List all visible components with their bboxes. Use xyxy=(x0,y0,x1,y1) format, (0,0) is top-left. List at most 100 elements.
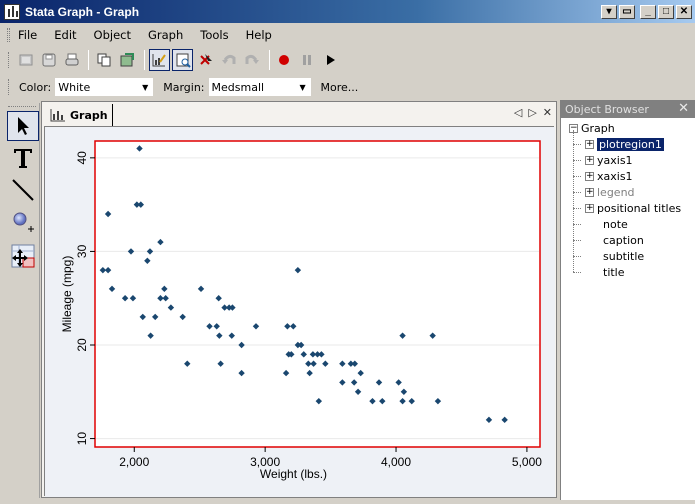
window-title: Stata Graph - Graph xyxy=(25,4,140,19)
color-select[interactable]: White ▼ xyxy=(55,78,154,96)
expand-icon[interactable]: + xyxy=(585,171,594,181)
minimize-button[interactable]: _ xyxy=(640,5,656,19)
tree-node-note[interactable]: note xyxy=(603,216,628,232)
toolbar-grip[interactable] xyxy=(8,52,11,68)
chevron-down-icon[interactable]: ▼ xyxy=(295,79,310,95)
window-menu-button[interactable]: ▾ xyxy=(601,5,617,19)
text-tool[interactable] xyxy=(7,143,39,173)
menu-graph[interactable]: Graph xyxy=(148,28,183,42)
document-area: Graph ◁ ▷ ✕ 10 20 30 40 2,000 3,000 4,000 5,00… xyxy=(41,101,557,498)
graph-editor-button[interactable] xyxy=(148,49,170,71)
expand-icon[interactable]: + xyxy=(585,203,594,213)
maximize-button[interactable]: □ xyxy=(658,5,674,19)
tree-node-yaxis1[interactable]: + yaxis1 xyxy=(585,152,633,168)
restore-button[interactable]: ▭ xyxy=(619,5,635,19)
propbar-grip[interactable] xyxy=(8,79,11,95)
play-icon xyxy=(327,55,336,65)
menu-object[interactable]: Object xyxy=(94,28,131,42)
redo-icon xyxy=(245,54,259,64)
object-browser-title: Object Browser xyxy=(565,102,649,116)
close-button[interactable]: ✕ xyxy=(676,5,692,19)
menu-help[interactable]: Help xyxy=(246,28,272,42)
scatter-chart[interactable]: 10203040 2,000 3,000 4,000 5,000 Mileage (m… xyxy=(45,127,555,497)
copy-button[interactable] xyxy=(93,49,114,71)
tree-node-positional-titles[interactable]: + positional titles xyxy=(585,200,681,216)
tree-node-legend[interactable]: + legend xyxy=(585,184,635,200)
tree-node-plotregion1[interactable]: + plotregion1 xyxy=(585,136,664,152)
redo-button[interactable] xyxy=(241,49,262,71)
tree-node-caption[interactable]: caption xyxy=(603,232,644,248)
tools-panel xyxy=(4,103,40,498)
delete-button[interactable] xyxy=(195,49,216,71)
menu-file[interactable]: File xyxy=(18,28,37,42)
graph-editor-icon xyxy=(152,54,167,67)
line-tool[interactable] xyxy=(7,175,39,205)
undo-icon xyxy=(221,54,236,64)
close-object-browser-icon[interactable]: ✕ xyxy=(678,101,689,116)
pause-icon xyxy=(303,55,312,65)
margin-label: Margin: xyxy=(163,80,205,94)
y-tick-label: 10 xyxy=(75,432,89,446)
previous-tab-icon[interactable]: ◁ xyxy=(514,106,522,119)
tab-graph-label: Graph xyxy=(70,108,108,122)
x-axis-title[interactable]: Weight (lbs.) xyxy=(260,467,327,481)
y-tick-label: 30 xyxy=(75,244,89,258)
menu-edit[interactable]: Edit xyxy=(54,28,76,42)
menu-tools[interactable]: Tools xyxy=(200,28,228,42)
chevron-down-icon[interactable]: ▼ xyxy=(138,79,153,95)
tree-node-label: Graph xyxy=(581,121,615,135)
tree-node-label: legend xyxy=(597,185,635,199)
print-button[interactable] xyxy=(61,49,82,71)
pointer-tool[interactable] xyxy=(7,111,39,141)
menubar-grip[interactable] xyxy=(7,28,10,42)
object-browser-header: Object Browser ✕ xyxy=(561,100,695,118)
recorder-browser-icon xyxy=(176,53,191,68)
tree-node-label: xaxis1 xyxy=(597,169,633,183)
expand-icon[interactable]: + xyxy=(585,187,594,197)
tree-node-graph[interactable]: − Graph xyxy=(569,120,615,136)
tree-connector xyxy=(573,240,581,241)
tree-node-xaxis1[interactable]: + xaxis1 xyxy=(585,168,633,184)
expand-icon[interactable]: + xyxy=(585,139,594,149)
rename-button[interactable] xyxy=(117,49,138,71)
tree-connector xyxy=(573,208,581,209)
open-icon xyxy=(19,54,33,66)
next-tab-icon[interactable]: ▷ xyxy=(528,106,536,119)
color-value: White xyxy=(58,80,91,94)
graph-canvas[interactable]: 10 20 30 40 2,000 3,000 4,000 5,000 Mileage (m… xyxy=(44,126,555,497)
more-button[interactable]: More... xyxy=(321,81,359,94)
pause-button[interactable] xyxy=(297,49,318,71)
save-button[interactable] xyxy=(38,49,59,71)
tree-node-label: yaxis1 xyxy=(597,153,633,167)
tree-node-label: title xyxy=(603,265,625,279)
copy-icon xyxy=(97,53,111,67)
tree-node-label: caption xyxy=(603,233,644,247)
expand-icon[interactable]: + xyxy=(585,155,594,165)
stata-graph-icon xyxy=(4,3,20,20)
main-toolbar xyxy=(5,47,343,73)
margin-select[interactable]: Medsmall ▼ xyxy=(208,78,311,96)
tree-connector xyxy=(573,224,581,225)
tree-connector xyxy=(573,192,581,193)
y-axis-title[interactable]: Mileage (mpg) xyxy=(60,256,74,333)
save-icon xyxy=(42,53,56,67)
marker-tool[interactable] xyxy=(7,207,39,237)
open-button[interactable] xyxy=(15,49,36,71)
tree-connector xyxy=(573,176,581,177)
tree-node-title[interactable]: title xyxy=(603,264,625,280)
y-tick-label: 20 xyxy=(75,338,89,352)
recorder-browser-button[interactable] xyxy=(171,49,194,71)
undo-button[interactable] xyxy=(218,49,239,71)
record-button[interactable] xyxy=(274,49,295,71)
pointer-icon xyxy=(18,117,29,135)
tree-connector xyxy=(573,144,581,145)
toolbar-separator xyxy=(143,50,145,70)
tools-grip[interactable] xyxy=(8,106,36,109)
tab-graph[interactable]: Graph xyxy=(46,104,113,126)
x-tick-label: 4,000 xyxy=(381,455,411,469)
tree-node-subtitle[interactable]: subtitle xyxy=(603,248,644,264)
close-tab-icon[interactable]: ✕ xyxy=(543,106,552,119)
play-button[interactable] xyxy=(320,49,341,71)
grid-edit-tool[interactable] xyxy=(7,241,39,271)
x-tick-label: 2,000 xyxy=(119,455,149,469)
